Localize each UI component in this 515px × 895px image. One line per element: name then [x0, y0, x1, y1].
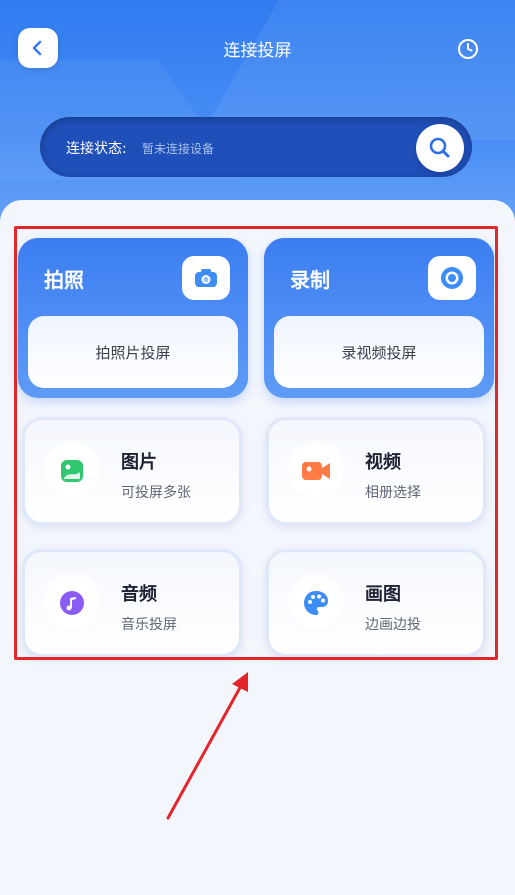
- search-device-button[interactable]: [416, 124, 464, 172]
- highlight-box: [14, 226, 498, 660]
- status-value: 暂未连接设备: [142, 142, 215, 156]
- connection-status-bar: 连接状态: 暂未连接设备: [40, 117, 472, 177]
- search-icon: [429, 137, 450, 158]
- history-button[interactable]: [455, 36, 481, 62]
- page-title: 连接投屏: [223, 41, 292, 61]
- status-label: 连接状态:: [66, 141, 127, 157]
- clock-icon: [458, 39, 478, 59]
